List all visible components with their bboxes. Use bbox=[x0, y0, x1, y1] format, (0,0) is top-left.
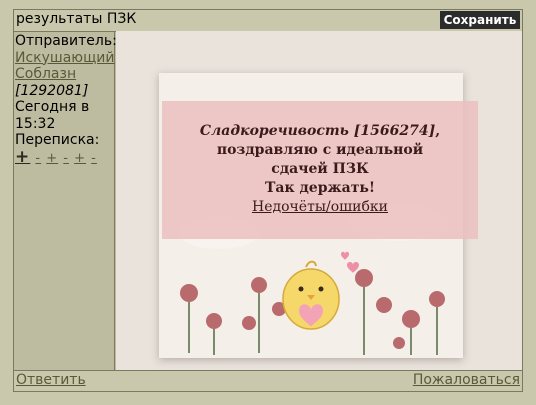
save-button[interactable]: Сохранить bbox=[440, 11, 520, 29]
message-line3: сдачей ПЗК bbox=[271, 161, 369, 177]
message-sender[interactable]: Сладкоречивость [1566274] bbox=[200, 123, 435, 139]
time-line1: Сегодня в bbox=[15, 99, 90, 115]
message-footer: Ответить Пожаловаться bbox=[14, 370, 522, 391]
vote-plus-button[interactable]: + bbox=[74, 151, 86, 166]
sender-label: Отправитель: bbox=[15, 33, 117, 49]
message-line1: Сладкоречивость [1566274], bbox=[162, 122, 478, 141]
vote-minus-button[interactable]: - bbox=[35, 151, 41, 166]
message-content: Сладкоречивость [1566274], поздравляю с … bbox=[116, 31, 522, 371]
errors-link[interactable]: Недочёты/ошибки bbox=[162, 198, 478, 217]
message-line2: поздравляю с идеальной bbox=[216, 142, 424, 158]
title-bar: результаты ПЗК Сохранить bbox=[14, 10, 522, 32]
report-link[interactable]: Пожаловаться bbox=[413, 372, 520, 388]
message-body: Сладкоречивость [1566274], поздравляю с … bbox=[162, 101, 478, 239]
reply-link[interactable]: Ответить bbox=[16, 372, 86, 388]
sender-panel: Отправитель: Искушающий Соблазн [1292081]… bbox=[14, 31, 117, 371]
message-window: результаты ПЗК Сохранить Отправитель: Ис… bbox=[13, 9, 523, 392]
vote-minus-button[interactable]: - bbox=[63, 151, 69, 166]
vote-plus-button[interactable]: + bbox=[15, 147, 30, 167]
sender-id: [1292081] bbox=[15, 82, 89, 99]
vote-minus-button[interactable]: - bbox=[91, 151, 97, 166]
correspondence-votes: + - + - + - bbox=[15, 147, 113, 168]
window-title: результаты ПЗК bbox=[16, 11, 137, 27]
message-line4: Так держать! bbox=[264, 180, 376, 196]
sender-link[interactable]: Искушающий Соблазн bbox=[15, 50, 114, 83]
time-line2: 15:32 bbox=[15, 115, 56, 132]
sender-name-line2: Соблазн bbox=[15, 66, 77, 82]
sender-name-line1: Искушающий bbox=[15, 49, 115, 66]
vote-plus-button[interactable]: + bbox=[46, 151, 58, 166]
sender-suffix: , bbox=[435, 123, 441, 139]
